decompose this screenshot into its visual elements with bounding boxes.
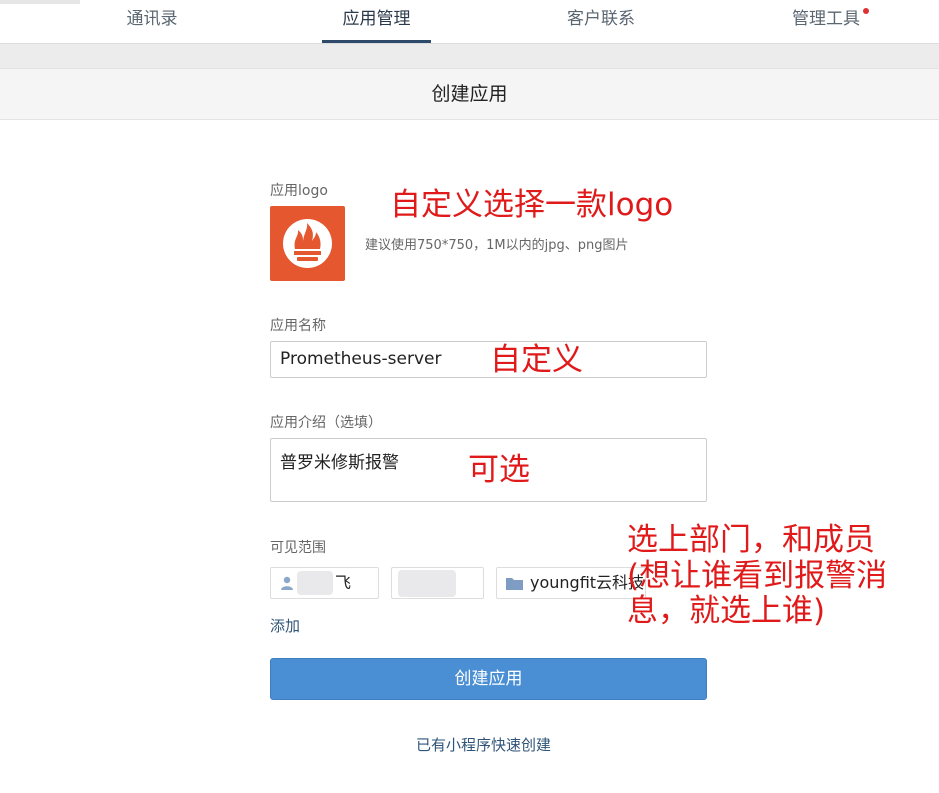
- annotation-scope: 选上部门，和成员 (想让谁看到报警消 息，就选上谁): [627, 522, 888, 630]
- nav-corner-shade: [0, 0, 80, 4]
- active-tab-underline: [322, 40, 431, 43]
- prometheus-flame-icon: [294, 223, 321, 261]
- tab-customer-contact[interactable]: 客户联系: [548, 0, 654, 43]
- tab-app-management[interactable]: 应用管理: [322, 0, 431, 43]
- logo-hint: 建议使用750*750，1M以内的jpg、png图片: [365, 238, 629, 253]
- intro-label: 应用介绍（选填）: [270, 415, 382, 431]
- quick-create-link[interactable]: 已有小程序快速创建: [416, 734, 551, 755]
- annotation-logo: 自定义选择一款logo: [390, 187, 674, 223]
- folder-icon: [506, 578, 523, 590]
- top-nav: 通讯录 应用管理 客户联系 管理工具: [0, 0, 939, 44]
- scope-member-name: 飞: [335, 573, 352, 592]
- page-title: 创建应用: [0, 68, 939, 120]
- person-icon: [281, 576, 293, 590]
- blurred-name: [297, 571, 333, 595]
- app-intro-value: 普罗米修斯报警: [280, 453, 399, 473]
- add-scope-link[interactable]: 添加: [270, 615, 300, 636]
- annotation-name: 自定义: [490, 342, 583, 378]
- name-label: 应用名称: [270, 318, 326, 334]
- create-app-button[interactable]: 创建应用: [270, 658, 707, 700]
- tab-management-tools[interactable]: 管理工具: [773, 0, 879, 43]
- tab-contacts[interactable]: 通讯录: [100, 0, 204, 43]
- scope-member-chip-2[interactable]: [391, 567, 484, 599]
- tab-app-management-label: 应用管理: [342, 9, 411, 29]
- logo-label: 应用logo: [270, 183, 328, 199]
- gray-band: [0, 44, 939, 68]
- app-name-input[interactable]: Prometheus-server: [270, 341, 707, 378]
- scope-department-chip[interactable]: youngfit云科技: [496, 567, 646, 599]
- app-logo[interactable]: [270, 206, 345, 281]
- scope-member-chip[interactable]: 飞: [270, 567, 379, 599]
- app-name-value: Prometheus-server: [280, 349, 442, 369]
- notification-dot: [863, 8, 869, 14]
- scope-label: 可见范围: [270, 540, 326, 556]
- blurred-name-2: [398, 570, 456, 597]
- annotation-intro: 可选: [468, 452, 530, 488]
